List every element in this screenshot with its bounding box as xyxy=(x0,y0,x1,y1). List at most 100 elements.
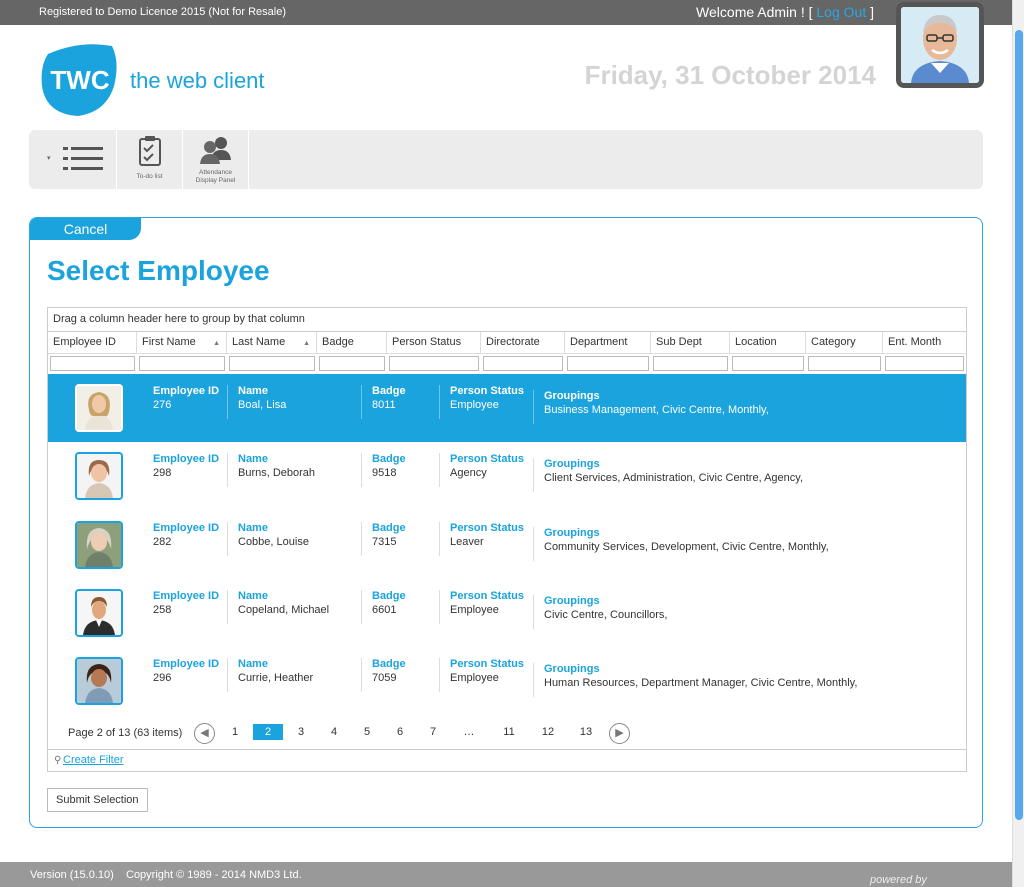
page-link[interactable]: 12 xyxy=(533,724,563,740)
field-person-status: Person Status Employee xyxy=(439,658,524,692)
page-link[interactable]: 13 xyxy=(571,724,601,740)
field-employee-id: Employee ID 258 xyxy=(153,590,220,616)
pager: Page 2 of 13 (63 items) ◀ 1 2 3 4 5 6 7 … xyxy=(48,720,966,746)
filter-icon: ⚲ xyxy=(54,755,62,766)
field-badge: Badge 7315 xyxy=(361,522,406,556)
employee-photo xyxy=(75,452,123,500)
field-person-status: Person Status Employee xyxy=(439,590,524,624)
filter-ent-month[interactable] xyxy=(885,356,964,371)
col-first-name-label: First Name xyxy=(142,336,196,348)
powered-by-text: powered by xyxy=(870,874,927,886)
field-name: Name Boal, Lisa xyxy=(227,385,286,419)
table-row[interactable]: Employee ID 298 Name Burns, Deborah Badge 9… xyxy=(48,442,966,510)
col-department[interactable]: Department xyxy=(565,332,651,354)
field-badge: Badge 9518 xyxy=(361,453,406,487)
col-first-name[interactable]: First Name ▲ xyxy=(137,332,227,354)
field-groupings: Groupings Civic Centre, Councillors, xyxy=(533,595,667,629)
filter-sub-dept[interactable] xyxy=(653,356,728,371)
cancel-button[interactable]: Cancel xyxy=(30,218,141,240)
bracket-close: ] xyxy=(866,4,874,20)
table-row[interactable]: Employee ID 258 Name Copeland, Michael Bad… xyxy=(48,579,966,647)
page-link[interactable]: 4 xyxy=(319,724,349,740)
scrollbar-thumb[interactable] xyxy=(1015,30,1023,820)
logout-link[interactable]: Log Out xyxy=(816,4,866,20)
col-badge[interactable]: Badge xyxy=(317,332,387,354)
field-person-status: Person Status Employee xyxy=(439,385,524,419)
filter-last-name[interactable] xyxy=(229,356,315,371)
brand-name: the web client xyxy=(130,68,265,93)
col-ent-month[interactable]: Ent. Month xyxy=(883,332,966,354)
page-title: Select Employee xyxy=(47,255,270,286)
field-name: Name Cobbe, Louise xyxy=(227,522,309,556)
employee-photo xyxy=(75,657,123,705)
field-groupings: Groupings Client Services, Administration… xyxy=(533,458,803,492)
filter-badge[interactable] xyxy=(319,356,385,371)
filter-category[interactable] xyxy=(808,356,881,371)
attendance-panel-button[interactable]: Attendance Display Panel xyxy=(183,130,249,189)
employee-photo xyxy=(75,384,123,432)
field-name: Name Currie, Heather xyxy=(227,658,313,692)
version-text: Version (15.0.10) xyxy=(30,869,114,881)
clipboard-check-icon xyxy=(139,136,161,166)
licence-text: Registered to Demo Licence 2015 (Not for… xyxy=(39,6,287,18)
page-scrollbar[interactable] xyxy=(1012,0,1024,887)
select-employee-panel: Cancel Select Employee Drag a column hea… xyxy=(29,217,983,828)
prev-page-button[interactable]: ◀ xyxy=(194,723,215,744)
field-badge: Badge 6601 xyxy=(361,590,406,624)
chevron-right-icon: ▶ xyxy=(615,727,624,739)
field-employee-id: Employee ID 296 xyxy=(153,658,220,684)
create-filter-link[interactable]: Create Filter xyxy=(63,754,124,766)
page-link-current[interactable]: 2 xyxy=(253,724,283,740)
page-link[interactable]: 1 xyxy=(220,724,250,740)
toolbar: ▾ To-do list Attendance Display Panel xyxy=(29,130,983,189)
col-employee-id[interactable]: Employee ID xyxy=(48,332,137,354)
logo-letters: TWC xyxy=(50,65,109,95)
filter-employee-id[interactable] xyxy=(50,356,135,371)
pager-info: Page 2 of 13 (63 items) xyxy=(68,727,183,739)
users-icon xyxy=(200,137,231,164)
chevron-left-icon: ◀ xyxy=(200,727,209,739)
page-ellipsis[interactable]: … xyxy=(454,724,484,740)
col-location[interactable]: Location xyxy=(730,332,806,354)
page-link[interactable]: 11 xyxy=(494,724,524,740)
user-avatar[interactable] xyxy=(896,2,984,88)
field-employee-id: Employee ID 298 xyxy=(153,453,220,479)
filter-first-name[interactable] xyxy=(139,356,225,371)
col-sub-dept[interactable]: Sub Dept xyxy=(651,332,730,354)
filter-department[interactable] xyxy=(567,356,649,371)
field-badge: Badge 8011 xyxy=(361,385,406,419)
footer: Version (15.0.10) Copyright © 1989 - 201… xyxy=(0,862,1012,887)
table-row[interactable]: Employee ID 276 Name Boal, Lisa Badge 8011 … xyxy=(48,374,966,442)
col-person-status[interactable]: Person Status xyxy=(387,332,481,354)
col-last-name-label: Last Name xyxy=(232,336,286,348)
table-row[interactable]: Employee ID 282 Name Cobbe, Louise Badge 73… xyxy=(48,511,966,579)
copyright-text: Copyright © 1989 - 2014 NMD3 Ltd. xyxy=(126,869,302,881)
menu-list-button[interactable]: ▾ xyxy=(29,130,117,189)
filter-person-status[interactable] xyxy=(389,356,479,371)
field-groupings: Groupings Business Management, Civic Cent… xyxy=(533,390,769,424)
top-bar: Registered to Demo Licence 2015 (Not for… xyxy=(0,0,1012,25)
page-link[interactable]: 6 xyxy=(385,724,415,740)
field-employee-id: Employee ID 276 xyxy=(153,385,220,411)
grid-header: Employee ID First Name ▲ Last Name ▲ Badge… xyxy=(48,332,966,354)
col-category[interactable]: Category xyxy=(806,332,883,354)
page-link[interactable]: 3 xyxy=(286,724,316,740)
submit-selection-button[interactable]: Submit Selection xyxy=(47,788,148,812)
page-link[interactable]: 7 xyxy=(418,724,448,740)
filter-bar: ⚲ Create Filter xyxy=(48,749,966,771)
group-by-panel[interactable]: Drag a column header here to group by th… xyxy=(48,308,966,332)
col-last-name[interactable]: Last Name ▲ xyxy=(227,332,317,354)
welcome-text: Welcome Admin ! xyxy=(696,4,809,20)
attendance-label-1: Attendance xyxy=(199,169,232,176)
todo-list-label: To-do list xyxy=(136,173,163,180)
col-directorate[interactable]: Directorate xyxy=(481,332,565,354)
filter-location[interactable] xyxy=(732,356,804,371)
next-page-button[interactable]: ▶ xyxy=(609,723,630,744)
field-employee-id: Employee ID 282 xyxy=(153,522,220,548)
field-groupings: Groupings Human Resources, Department Man… xyxy=(533,663,857,697)
todo-list-button[interactable]: To-do list xyxy=(117,130,183,189)
table-row[interactable]: Employee ID 296 Name Currie, Heather Badge… xyxy=(48,647,966,715)
attendance-label-2: Display Panel xyxy=(195,177,236,184)
page-link[interactable]: 5 xyxy=(352,724,382,740)
filter-directorate[interactable] xyxy=(483,356,563,371)
